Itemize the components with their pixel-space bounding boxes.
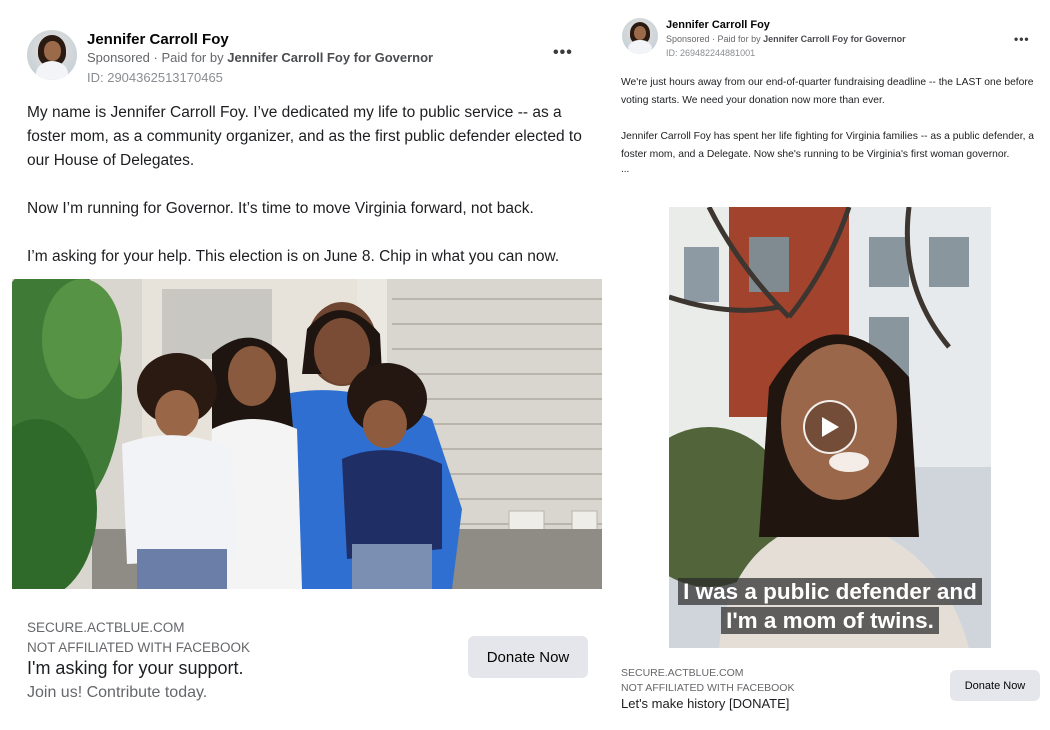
body-paragraph: Jennifer Carroll Foy has spent her life …: [621, 131, 1037, 160]
paid-for-prefix: Paid for by: [717, 34, 761, 44]
affiliation-note: NOT AFFILIATED WITH FACEBOOK: [27, 640, 251, 655]
caption-text: I was a public defender and I'm a mom of…: [678, 578, 982, 634]
ad-card-right: Jennifer Carroll Foy Sponsored · Paid fo…: [612, 0, 1050, 730]
family-photo: [12, 279, 602, 589]
play-triangle: [822, 417, 839, 437]
avatar[interactable]: [27, 30, 77, 80]
page-name[interactable]: Jennifer Carroll Foy: [666, 18, 906, 32]
donate-now-button[interactable]: Donate Now: [950, 670, 1040, 701]
body-paragraph: My name is Jennifer Carroll Foy. I’ve de…: [27, 104, 587, 169]
ad-image[interactable]: [12, 279, 602, 589]
sponsored-line: Sponsored · Paid for by Jennifer Carroll…: [666, 34, 906, 44]
ad-card-left: Jennifer Carroll Foy Sponsored · Paid fo…: [0, 0, 612, 730]
link-description: Join us! Contribute today.: [27, 684, 208, 701]
more-options-icon[interactable]: •••: [553, 44, 573, 62]
paid-for-by[interactable]: Jennifer Carroll Foy for Governor: [763, 34, 906, 44]
video-caption: I was a public defender and I'm a mom of…: [669, 577, 991, 635]
ad-meta: Jennifer Carroll Foy Sponsored · Paid fo…: [666, 18, 906, 60]
ad-body: My name is Jennifer Carroll Foy. I’ve de…: [27, 101, 597, 269]
more-options-icon[interactable]: •••: [1014, 32, 1030, 46]
play-icon[interactable]: [803, 400, 857, 454]
donate-now-button[interactable]: Donate Now: [468, 636, 588, 678]
avatar[interactable]: [622, 18, 658, 54]
body-paragraph: We're just hours away from our end-of-qu…: [621, 77, 1037, 106]
ad-meta: Jennifer Carroll Foy Sponsored · Paid fo…: [87, 30, 433, 89]
ad-body: We're just hours away from our end-of-qu…: [621, 74, 1041, 176]
body-paragraph: I’m asking for your help. This election …: [27, 248, 560, 265]
sponsored-label: Sponsored: [666, 34, 710, 44]
link-domain[interactable]: SECURE.ACTBLUE.COM: [27, 620, 185, 635]
body-paragraph: Now I’m running for Governor. It’s time …: [27, 200, 534, 217]
page-name[interactable]: Jennifer Carroll Foy: [87, 30, 433, 49]
ad-header: Jennifer Carroll Foy Sponsored · Paid fo…: [27, 30, 433, 89]
ad-id: ID: 2904362513170465: [87, 70, 223, 85]
see-more-ellipsis[interactable]: ...: [621, 164, 1041, 176]
paid-for-prefix: Paid for by: [161, 50, 224, 65]
sponsored-line: Sponsored · Paid for by Jennifer Carroll…: [87, 50, 434, 65]
sponsored-label: Sponsored: [87, 50, 150, 65]
paid-for-by[interactable]: Jennifer Carroll Foy for Governor: [227, 50, 433, 65]
link-headline[interactable]: I'm asking for your support.: [27, 658, 244, 679]
ad-header: Jennifer Carroll Foy Sponsored · Paid fo…: [622, 18, 906, 60]
ad-video[interactable]: I was a public defender and I'm a mom of…: [669, 207, 991, 648]
link-domain[interactable]: SECURE.ACTBLUE.COM: [621, 667, 744, 679]
ad-id: ID: 269482244881001: [666, 48, 756, 58]
link-headline[interactable]: Let's make history [DONATE]: [621, 696, 789, 711]
affiliation-note: NOT AFFILIATED WITH FACEBOOK: [621, 682, 795, 694]
